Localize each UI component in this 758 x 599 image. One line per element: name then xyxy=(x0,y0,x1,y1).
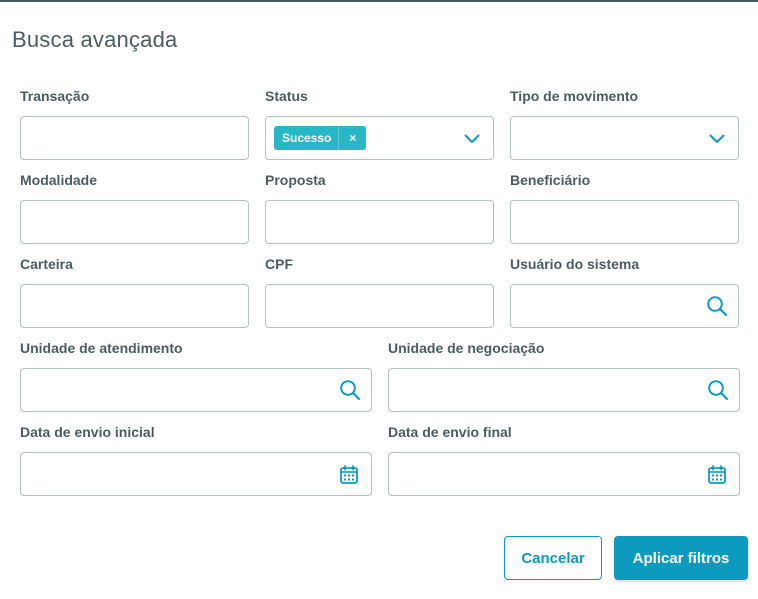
data-envio-final-input[interactable] xyxy=(389,453,739,495)
calendar-icon[interactable] xyxy=(339,464,359,484)
top-border xyxy=(0,0,758,2)
status-tag: Sucesso × xyxy=(274,126,367,150)
modalidade-label: Modalidade xyxy=(20,172,98,188)
unidade-atendimento-label: Unidade de atendimento xyxy=(20,340,183,356)
usuario-sistema-label: Usuário do sistema xyxy=(510,256,640,272)
modalidade-field[interactable] xyxy=(20,200,249,244)
transacao-field[interactable] xyxy=(20,116,249,160)
usuario-sistema-field[interactable] xyxy=(510,284,739,328)
search-icon[interactable] xyxy=(707,379,729,401)
cancel-button[interactable]: Cancelar xyxy=(504,536,602,580)
proposta-input[interactable] xyxy=(266,201,493,243)
unidade-atendimento-input[interactable] xyxy=(21,369,371,411)
data-envio-inicial-input[interactable] xyxy=(21,453,371,495)
cpf-field[interactable] xyxy=(265,284,494,328)
data-envio-final-label: Data de envio final xyxy=(388,424,512,440)
search-icon[interactable] xyxy=(706,295,728,317)
apply-filters-button[interactable]: Aplicar filtros xyxy=(614,536,748,580)
beneficiario-field[interactable] xyxy=(510,200,739,244)
transacao-input[interactable] xyxy=(21,117,248,159)
proposta-field[interactable] xyxy=(265,200,494,244)
status-tag-label: Sucesso xyxy=(282,131,332,145)
tag-close-icon[interactable]: × xyxy=(338,126,366,150)
status-select[interactable]: Sucesso × xyxy=(265,116,494,160)
search-icon[interactable] xyxy=(339,379,361,401)
unidade-negociacao-field[interactable] xyxy=(388,368,740,412)
carteira-label: Carteira xyxy=(20,256,73,272)
chevron-down-icon[interactable] xyxy=(708,130,726,148)
cpf-label: CPF xyxy=(265,256,293,272)
calendar-icon[interactable] xyxy=(707,464,727,484)
unidade-atendimento-field[interactable] xyxy=(20,368,372,412)
transacao-label: Transação xyxy=(20,88,90,104)
beneficiario-input[interactable] xyxy=(511,201,738,243)
chevron-down-icon[interactable] xyxy=(463,130,481,148)
carteira-input[interactable] xyxy=(21,285,248,327)
carteira-field[interactable] xyxy=(20,284,249,328)
cpf-input[interactable] xyxy=(266,285,493,327)
unidade-negociacao-label: Unidade de negociação xyxy=(388,340,545,356)
data-envio-final-field[interactable] xyxy=(388,452,740,496)
data-envio-inicial-field[interactable] xyxy=(20,452,372,496)
proposta-label: Proposta xyxy=(265,172,326,188)
beneficiario-label: Beneficiário xyxy=(510,172,591,188)
tipo-movimento-select[interactable] xyxy=(510,116,739,160)
usuario-sistema-input[interactable] xyxy=(511,285,738,327)
tipo-movimento-label: Tipo de movimento xyxy=(510,88,639,104)
status-label: Status xyxy=(265,88,308,104)
data-envio-inicial-label: Data de envio inicial xyxy=(20,424,155,440)
dialog-title: Busca avançada xyxy=(12,27,178,52)
modalidade-input[interactable] xyxy=(21,201,248,243)
unidade-negociacao-input[interactable] xyxy=(389,369,739,411)
